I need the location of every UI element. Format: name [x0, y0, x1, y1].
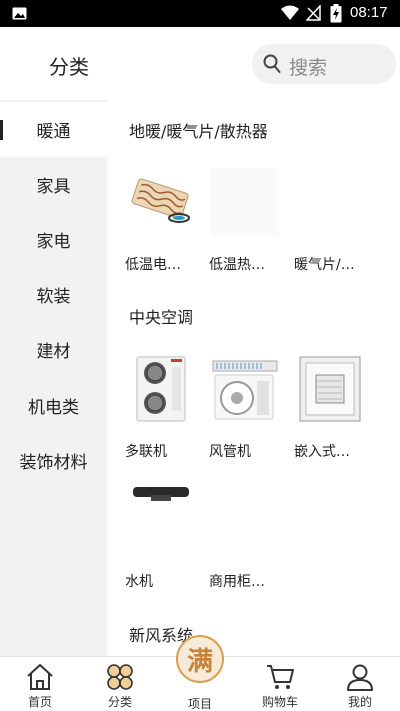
product-image — [127, 355, 195, 423]
product-image — [211, 355, 279, 423]
sidebar-item-soft-furnishing[interactable]: 软装 — [0, 267, 107, 322]
header: 分类 搜索 — [0, 27, 400, 100]
project-badge[interactable]: 满 — [176, 635, 224, 683]
product-commercial-cabinet[interactable]: 商用柜… — [209, 485, 289, 590]
sidebar-item-label: 家具 — [36, 177, 71, 197]
product-name: 多联机 — [125, 444, 167, 460]
product-multi-split[interactable]: 多联机 — [125, 355, 205, 460]
sidebar-item-label: 建材 — [36, 342, 71, 362]
sidebar-item-label: 家电 — [36, 232, 71, 252]
signal-off-icon — [306, 5, 321, 21]
product-cassette[interactable]: 嵌入式… — [294, 355, 374, 460]
product-image — [296, 355, 364, 423]
sidebar-item-building-materials[interactable]: 建材 — [0, 322, 107, 377]
product-name: 风管机 — [209, 444, 251, 460]
product-image — [127, 485, 195, 553]
tab-label: 购物车 — [261, 695, 298, 709]
bottom-tab-bar: 首页 分类 项目 满 购物车 我的 — [0, 635, 400, 711]
sidebar-item-label: 装饰材料 — [19, 453, 88, 473]
search-placeholder: 搜索 — [289, 57, 328, 79]
section-title-central-ac: 中央空调 — [129, 308, 194, 327]
product-image — [211, 168, 279, 236]
product-name: 嵌入式… — [294, 444, 350, 460]
tab-label: 首页 — [27, 695, 52, 709]
tab-cart[interactable]: 购物车 — [240, 657, 320, 711]
sidebar-item-decoration-materials[interactable]: 装饰材料 — [0, 433, 107, 488]
sidebar-item-electromechanical[interactable]: 机电类 — [0, 378, 107, 433]
product-water-chiller[interactable]: 水机 — [125, 485, 205, 590]
user-icon — [347, 664, 373, 691]
cassette-unit-image — [299, 356, 361, 422]
tab-label: 项目 — [187, 697, 212, 711]
wifi-icon — [281, 5, 299, 20]
product-low-temp-hot-water[interactable]: 低温热… — [209, 168, 289, 273]
product-image — [211, 485, 279, 553]
cart-icon — [267, 665, 294, 689]
chiller-image — [133, 487, 189, 501]
heating-mat-image — [127, 168, 195, 236]
home-icon — [27, 664, 53, 690]
product-name: 低温电… — [125, 257, 181, 273]
tab-category[interactable]: 分类 — [80, 657, 160, 711]
image-icon — [12, 7, 27, 20]
page-title: 分类 — [49, 55, 89, 79]
battery-charging-icon — [330, 4, 342, 23]
tab-home[interactable]: 首页 — [0, 657, 80, 711]
sidebar-item-label: 机电类 — [28, 398, 79, 418]
product-low-temp-electric[interactable]: 低温电… — [125, 168, 205, 273]
project-badge-text: 满 — [186, 646, 213, 677]
status-bar: 08:17 — [0, 0, 400, 27]
active-indicator — [0, 120, 3, 140]
category-sidebar: 暖通 家具 家电 软装 建材 机电类 装饰材料 — [0, 100, 107, 656]
product-name: 商用柜… — [209, 574, 265, 590]
tab-mine[interactable]: 我的 — [320, 657, 400, 711]
duct-unit-image — [212, 360, 278, 420]
category-content: 地暖/暖气片/散热器 低温电… 低温热… 暖气片/… 中央空调 多联机 风管机 … — [107, 100, 400, 656]
product-duct-unit[interactable]: 风管机 — [209, 355, 289, 460]
product-name: 暖气片/… — [294, 257, 355, 273]
sidebar-item-appliances[interactable]: 家电 — [0, 212, 107, 267]
product-image — [296, 168, 364, 236]
tab-label: 分类 — [107, 695, 132, 709]
category-icon — [107, 664, 133, 690]
status-time: 08:17 — [350, 4, 388, 21]
sidebar-item-label: 暖通 — [36, 122, 71, 142]
product-name: 水机 — [125, 574, 153, 590]
section-title-floor-heating: 地暖/暖气片/散热器 — [129, 122, 268, 141]
sidebar-item-hvac[interactable]: 暖通 — [0, 102, 107, 157]
sidebar-item-label: 软装 — [36, 287, 71, 307]
product-image — [127, 168, 195, 236]
product-radiator[interactable]: 暖气片/… — [294, 168, 374, 273]
product-name: 低温热… — [209, 257, 265, 273]
sidebar-item-furniture[interactable]: 家具 — [0, 157, 107, 212]
search-icon — [263, 54, 281, 73]
tab-label: 我的 — [347, 695, 372, 709]
outdoor-unit-image — [136, 356, 186, 422]
search-bar[interactable]: 搜索 — [252, 44, 396, 84]
